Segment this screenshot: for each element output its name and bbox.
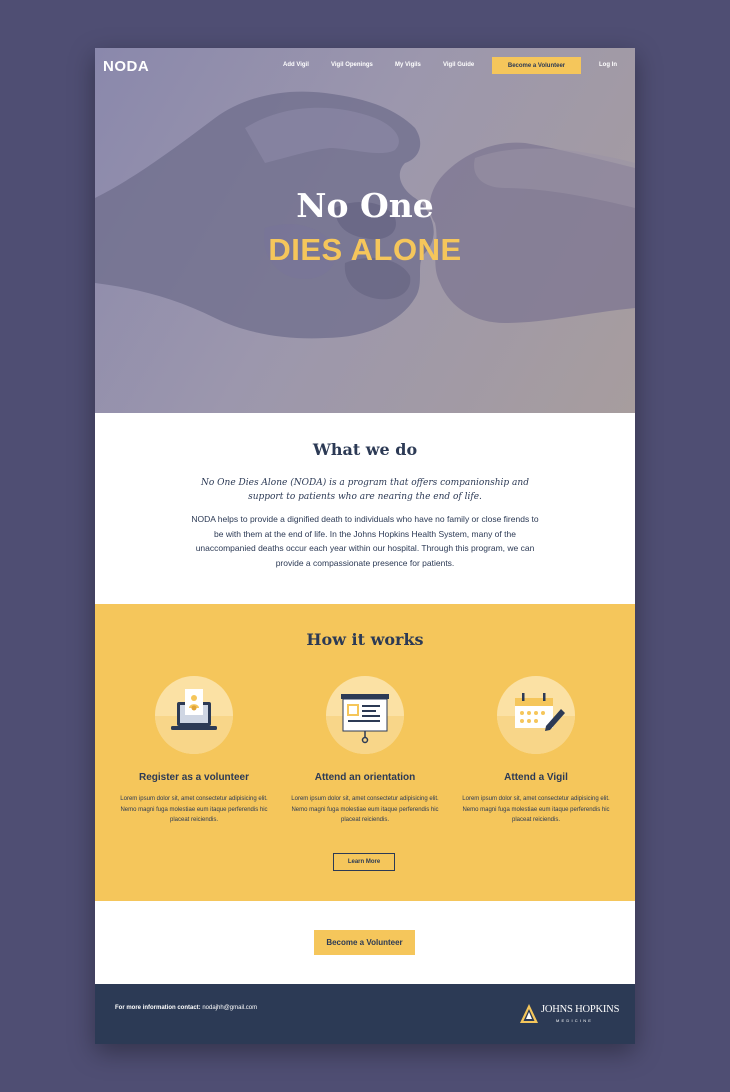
- top-nav: NODA Add Vigil Vigil Openings My Vigils …: [95, 48, 635, 84]
- presentation-board-icon: [326, 676, 404, 754]
- nav-login-link[interactable]: Log In: [599, 62, 617, 68]
- how-it-works-section: How it works Register as a volunteer Lor…: [95, 604, 635, 901]
- nav-link-my-vigils[interactable]: My Vigils: [395, 62, 421, 68]
- step-orientation-title: Attend an orientation: [314, 772, 416, 783]
- hero-section: NODA Add Vigil Vigil Openings My Vigils …: [95, 48, 635, 413]
- noda-logo[interactable]: NODA: [103, 58, 149, 75]
- johns-hopkins-logo: JOHNS HOPKINS MEDICINE: [519, 1002, 619, 1028]
- what-we-do-lead: No One Dies Alone (NODA) is a program th…: [201, 478, 529, 502]
- become-volunteer-button[interactable]: Become a Volunteer: [314, 930, 415, 955]
- johns-hopkins-medicine: MEDICINE: [556, 1018, 594, 1023]
- footer-contact: For more information contact: nodajhh@gm…: [115, 1005, 257, 1011]
- footer-contact-email[interactable]: nodajhh@gmail.com: [202, 1005, 257, 1011]
- page: NODA Add Vigil Vigil Openings My Vigils …: [95, 48, 635, 1044]
- how-it-works-heading: How it works: [306, 630, 424, 649]
- footer-contact-label: For more information contact:: [115, 1005, 201, 1011]
- nav-link-vigil-openings[interactable]: Vigil Openings: [331, 62, 373, 68]
- nav-link-vigil-guide[interactable]: Vigil Guide: [443, 62, 474, 68]
- step-orientation-text: Lorem ipsum dolor sit, amet consectetur …: [291, 796, 439, 823]
- hero-title-line2: DIES ALONE: [268, 232, 462, 267]
- what-we-do-body: NODA helps to provide a dignified death …: [191, 514, 539, 568]
- footer: For more information contact: nodajhh@gm…: [95, 984, 635, 1044]
- johns-hopkins-shield-icon: [520, 1004, 538, 1023]
- nav-link-add-vigil[interactable]: Add Vigil: [283, 62, 309, 68]
- johns-hopkins-name: JOHNS HOPKINS: [541, 1004, 620, 1015]
- clasped-hands-image: [95, 91, 635, 339]
- nav-become-volunteer-button[interactable]: Become a Volunteer: [492, 57, 581, 74]
- step-vigil-title: Attend a Vigil: [504, 772, 568, 783]
- step-register-text: Lorem ipsum dolor sit, amet consectetur …: [120, 796, 268, 823]
- hero-title-line1: No One: [296, 186, 434, 225]
- what-we-do-heading: What we do: [312, 440, 418, 459]
- step-vigil-text: Lorem ipsum dolor sit, amet consectetur …: [462, 796, 610, 823]
- step-register-title: Register as a volunteer: [138, 772, 250, 783]
- calendar-pencil-icon: [497, 676, 575, 754]
- laptop-register-icon: [155, 676, 233, 754]
- learn-more-button[interactable]: Learn More: [333, 853, 395, 871]
